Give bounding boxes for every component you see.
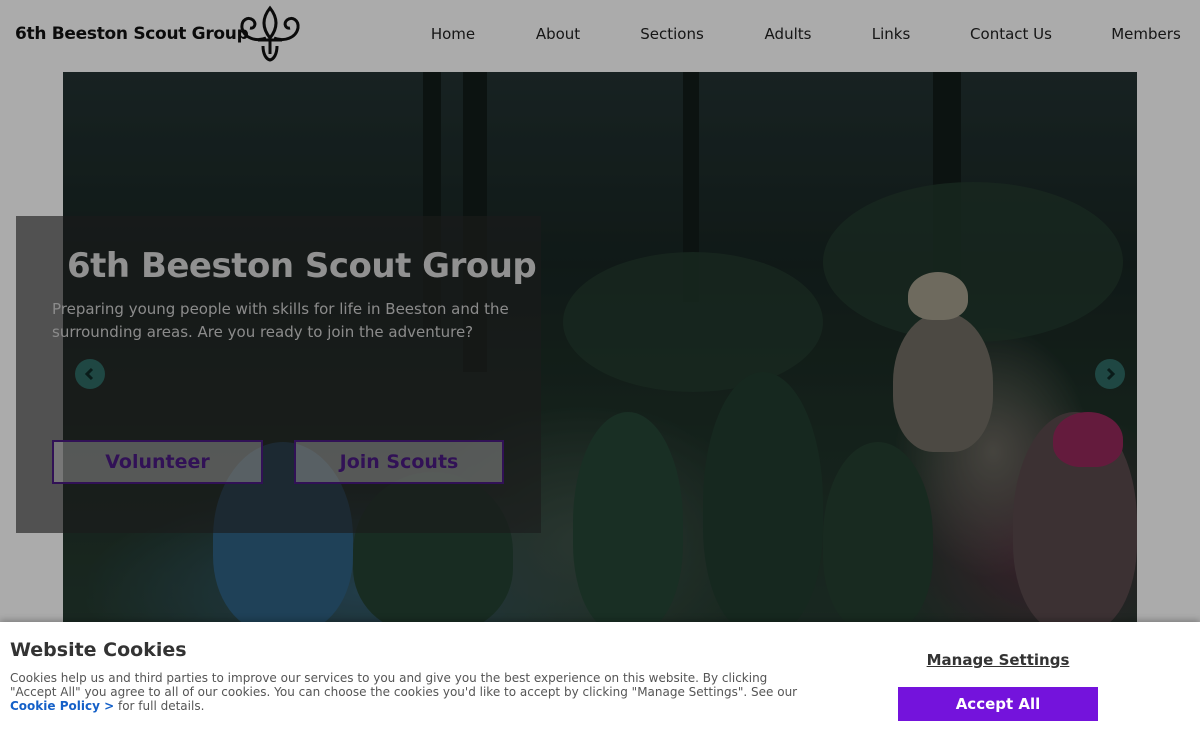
cookie-text: Cookies help us and third parties to imp… xyxy=(10,671,800,713)
cookie-title: Website Cookies xyxy=(10,639,187,661)
cookie-policy-link[interactable]: Cookie Policy > xyxy=(10,699,114,713)
cookie-text-after: for full details. xyxy=(117,699,205,713)
manage-settings-link[interactable]: Manage Settings xyxy=(898,651,1098,669)
accept-all-button[interactable]: Accept All xyxy=(898,687,1098,721)
cookie-banner: Website Cookies Cookies help us and thir… xyxy=(0,622,1200,740)
cookie-body-text: Cookies help us and third parties to imp… xyxy=(10,671,798,699)
modal-backdrop xyxy=(0,0,1200,622)
